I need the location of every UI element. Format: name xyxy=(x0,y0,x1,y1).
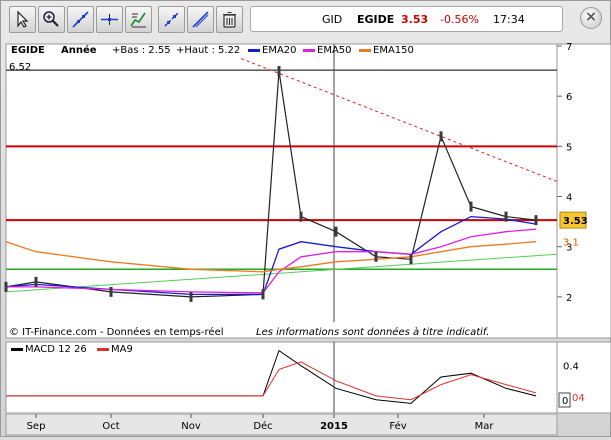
indicators-button[interactable] xyxy=(125,6,152,33)
toolbar: GID EGIDE 3.53 -0.56% 17:34 × xyxy=(1,1,611,37)
ema-badge-label: 3.1 xyxy=(563,238,579,249)
close-button[interactable]: × xyxy=(580,7,602,29)
extend-line-button[interactable] xyxy=(158,6,185,33)
price-candle xyxy=(334,226,338,237)
legend-ema50: EMA50 xyxy=(303,45,352,56)
ema20-swatch xyxy=(248,48,260,52)
legend-ema150: EMA150 xyxy=(359,45,414,56)
macd-axis-label: 0.4 xyxy=(563,362,579,373)
zoom-in-button[interactable] xyxy=(38,6,65,33)
price-candle xyxy=(261,289,265,300)
price-candle xyxy=(189,291,193,302)
ray-line-button[interactable] xyxy=(187,6,214,33)
quote-change: -0.56% xyxy=(440,13,479,26)
time-axis-svg: Sep Oct Nov Déc 2015 Fév Mar xyxy=(5,413,558,436)
macd-badge-a: 0 xyxy=(562,396,568,407)
legend-ema20: EMA20 xyxy=(248,45,297,56)
trend-line-button[interactable] xyxy=(67,6,94,33)
max-price-label: 6.52 xyxy=(9,62,32,73)
price-candle xyxy=(374,251,378,262)
price-axis-label: 2 xyxy=(566,293,572,304)
quote-code: GID xyxy=(322,13,343,26)
price-candle xyxy=(504,211,508,222)
price-candle xyxy=(34,276,38,287)
disclaimer: Les informations sont données à titre in… xyxy=(256,327,490,338)
quote-price: 3.53 xyxy=(401,13,429,26)
price-candle xyxy=(439,131,443,142)
ray-line-icon xyxy=(192,11,209,28)
legend-ma9: MA9 xyxy=(97,344,133,355)
chart-header-name: EGIDE xyxy=(11,45,45,56)
price-candle xyxy=(109,286,113,297)
quote-name: EGIDE xyxy=(357,13,395,26)
price-candle xyxy=(409,254,413,265)
chart-header-high: +Haut : 5.22 xyxy=(176,45,241,56)
price-axis-label: 6 xyxy=(566,92,572,103)
source-credit: © IT-Finance.com - Données en temps-réel xyxy=(9,327,224,338)
time-axis-label: 2015 xyxy=(320,421,348,432)
price-candle xyxy=(277,66,281,77)
time-axis-label: Sep xyxy=(27,421,46,432)
horizontal-line-icon xyxy=(101,14,118,25)
macd-panel[interactable]: 0.4 0 04 MACD 12 26 MA9 xyxy=(1,341,611,414)
time-axis-label: Oct xyxy=(102,421,119,432)
price-candle xyxy=(534,215,538,226)
time-axis-label: Fév xyxy=(389,420,406,432)
ma9-swatch xyxy=(97,347,109,351)
price-axis-label: 5 xyxy=(566,142,572,153)
pointer-button[interactable] xyxy=(9,6,36,33)
price-axis-label: 4 xyxy=(566,193,572,204)
price-chart-panel[interactable]: 2 3 4 5 6 7 3.53 3.1 EGIDE Année +Bas : 2.55 +H… xyxy=(1,42,611,340)
price-candle xyxy=(4,281,8,292)
macd-chart: 0.4 0 04 xyxy=(5,341,611,414)
indicators-icon xyxy=(130,12,146,28)
price-axis-label: 7 xyxy=(566,42,572,53)
time-axis: Sep Oct Nov Déc 2015 Fév Mar xyxy=(1,413,611,436)
zoom-in-icon xyxy=(43,11,59,27)
trend-line-icon xyxy=(72,11,89,28)
ema150-swatch xyxy=(359,48,371,52)
quote-box: GID EGIDE 3.53 -0.56% 17:34 xyxy=(250,6,563,32)
price-candle xyxy=(469,201,473,212)
time-axis-label: Mar xyxy=(475,421,495,432)
macd-badge-b: 04 xyxy=(572,393,585,404)
horizontal-line-button[interactable] xyxy=(96,6,123,33)
delete-button[interactable] xyxy=(216,6,243,33)
pointer-icon xyxy=(17,10,29,28)
close-icon: × xyxy=(585,9,597,25)
extend-line-icon xyxy=(164,12,179,27)
price-candle xyxy=(299,211,303,222)
price-chart: 2345673.533.1 xyxy=(4,42,611,339)
trash-icon xyxy=(223,11,236,28)
macd-swatch xyxy=(11,347,23,351)
ema50-swatch xyxy=(303,48,315,52)
quote-time: 17:34 xyxy=(493,13,525,26)
time-axis-label: Nov xyxy=(181,421,201,432)
price-badge-label: 3.53 xyxy=(563,216,588,227)
chart-window: GID EGIDE 3.53 -0.56% 17:34 × 2 3 4 5 6 7 3.53… xyxy=(0,0,611,437)
legend-macd: MACD 12 26 xyxy=(11,344,87,355)
chart-header-low: +Bas : 2.55 xyxy=(112,45,171,56)
chart-header-period: Année xyxy=(61,45,97,56)
time-axis-label: Déc xyxy=(253,420,272,432)
